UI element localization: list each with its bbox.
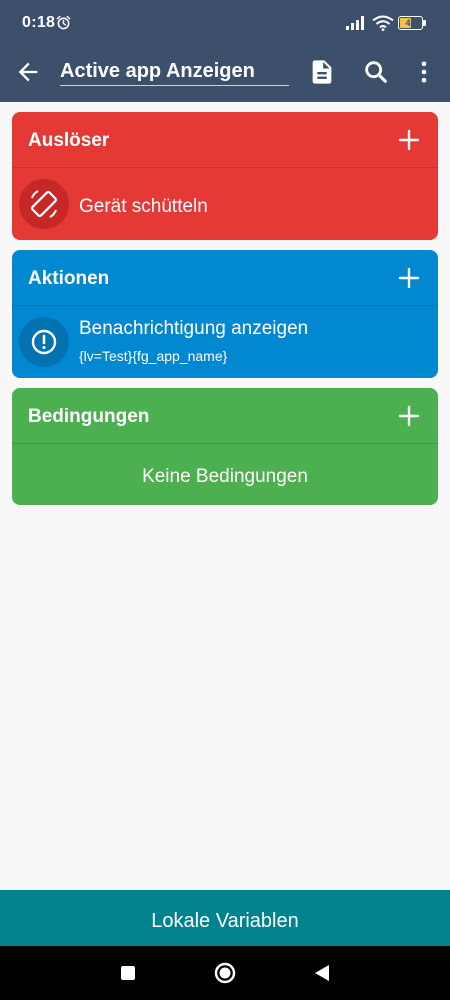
recents-square-icon[interactable] bbox=[117, 962, 139, 984]
screen-rotation-icon bbox=[19, 179, 69, 229]
back-triangle-icon[interactable] bbox=[311, 962, 333, 984]
more-vert-icon[interactable] bbox=[410, 58, 438, 86]
add-trigger-icon[interactable] bbox=[398, 129, 420, 151]
alert-circle-icon bbox=[19, 317, 69, 367]
action-label: Benachrichtigung anzeigen bbox=[79, 318, 309, 339]
search-icon[interactable] bbox=[362, 58, 390, 86]
conditions-title: Bedingungen bbox=[28, 406, 150, 427]
system-nav-bar bbox=[0, 946, 450, 1000]
conditions-card: Bedingungen Keine Bedingungen bbox=[12, 388, 438, 505]
triggers-title: Auslöser bbox=[28, 130, 110, 151]
triggers-card: Auslöser Gerät schütteln bbox=[12, 112, 438, 240]
actions-title: Aktionen bbox=[28, 268, 110, 289]
actions-card: Aktionen Benachrichtigung anzeigen {lv=T… bbox=[12, 250, 438, 378]
conditions-header: Bedingungen bbox=[12, 388, 438, 444]
action-item[interactable]: Benachrichtigung anzeigen {lv=Test}{fg_a… bbox=[12, 306, 438, 378]
battery-level: 43 bbox=[405, 18, 416, 28]
status-bar: 0:18 43 bbox=[0, 0, 450, 46]
status-time: 0:18 bbox=[22, 14, 56, 31]
conditions-empty-label: Keine Bedingungen bbox=[142, 466, 308, 487]
wifi-icon bbox=[372, 15, 394, 31]
add-action-icon[interactable] bbox=[398, 267, 420, 289]
document-icon[interactable] bbox=[308, 58, 336, 86]
back-arrow-icon[interactable] bbox=[14, 58, 42, 86]
add-condition-icon[interactable] bbox=[398, 405, 420, 427]
actions-header: Aktionen bbox=[12, 250, 438, 306]
trigger-item[interactable]: Gerät schütteln bbox=[12, 168, 438, 240]
home-circle-icon[interactable] bbox=[214, 962, 236, 984]
action-detail: {lv=Test}{fg_app_name} bbox=[79, 348, 228, 364]
signal-icon bbox=[346, 16, 364, 30]
triggers-header: Auslöser bbox=[12, 112, 438, 168]
trigger-label: Gerät schütteln bbox=[79, 196, 208, 217]
battery-icon: 43 bbox=[398, 16, 426, 30]
local-variables-button[interactable]: Lokale Variablen bbox=[0, 890, 450, 946]
app-bar: 0:18 43 Active app Anzeigen bbox=[0, 0, 450, 102]
macro-name-input[interactable]: Active app Anzeigen bbox=[60, 58, 289, 86]
alarm-icon bbox=[56, 15, 71, 30]
